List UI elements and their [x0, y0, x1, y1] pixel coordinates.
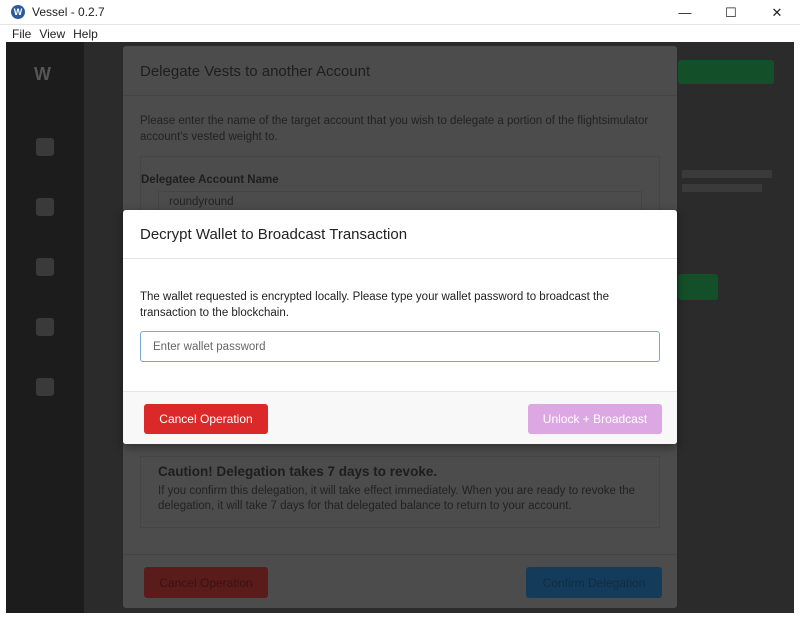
- delegate-modal-title: Delegate Vests to another Account: [140, 63, 371, 80]
- sidebar-logo-icon: W: [34, 64, 51, 84]
- caution-text: If you confirm this delegation, it will …: [158, 485, 636, 512]
- delegate-modal-header: Delegate Vests to another Account: [123, 46, 677, 96]
- background-green-button: [678, 274, 718, 300]
- delegate-modal-description: Please enter the name of the target acco…: [140, 115, 649, 143]
- decrypt-modal-footer: Cancel Operation Unlock + Broadcast: [123, 391, 677, 444]
- title-bar: W Vessel - 0.2.7 — ☐ ✕: [0, 0, 800, 25]
- close-button[interactable]: ✕: [754, 0, 800, 25]
- sidebar-icon: [36, 378, 54, 396]
- minimize-button[interactable]: —: [662, 0, 708, 25]
- background-action-button: [678, 60, 774, 84]
- sidebar: W: [6, 42, 84, 613]
- cancel-operation-button[interactable]: Cancel Operation: [144, 404, 268, 434]
- sidebar-icon: [36, 138, 54, 156]
- menu-view[interactable]: View: [39, 27, 65, 41]
- decrypt-modal-title: Decrypt Wallet to Broadcast Transaction: [140, 226, 408, 243]
- confirm-delegation-button: Confirm Delegation: [526, 567, 662, 598]
- vessel-app-icon: W: [11, 5, 25, 19]
- delegate-cancel-button: Cancel Operation: [144, 567, 268, 598]
- menu-bar: File View Help: [0, 25, 800, 42]
- menu-help[interactable]: Help: [73, 27, 98, 41]
- sidebar-icon: [36, 258, 54, 276]
- sidebar-icon: [36, 198, 54, 216]
- window-title: Vessel - 0.2.7: [32, 5, 105, 19]
- background-text: [682, 184, 762, 192]
- background-text: [682, 170, 772, 178]
- decrypt-modal-header: Decrypt Wallet to Broadcast Transaction: [123, 210, 677, 259]
- maximize-button[interactable]: ☐: [708, 0, 754, 25]
- decrypt-wallet-modal: Decrypt Wallet to Broadcast Transaction …: [123, 210, 677, 444]
- decrypt-modal-description: The wallet requested is encrypted locall…: [140, 291, 609, 319]
- sidebar-icon: [36, 318, 54, 336]
- delegatee-account-label: Delegatee Account Name: [141, 174, 279, 186]
- window-controls: — ☐ ✕: [662, 0, 800, 25]
- wallet-password-input[interactable]: [140, 331, 660, 362]
- caution-title: Caution! Delegation takes 7 days to revo…: [158, 464, 438, 479]
- menu-file[interactable]: File: [12, 27, 31, 41]
- unlock-broadcast-button[interactable]: Unlock + Broadcast: [528, 404, 662, 434]
- decrypt-modal-body: The wallet requested is encrypted locall…: [123, 259, 677, 391]
